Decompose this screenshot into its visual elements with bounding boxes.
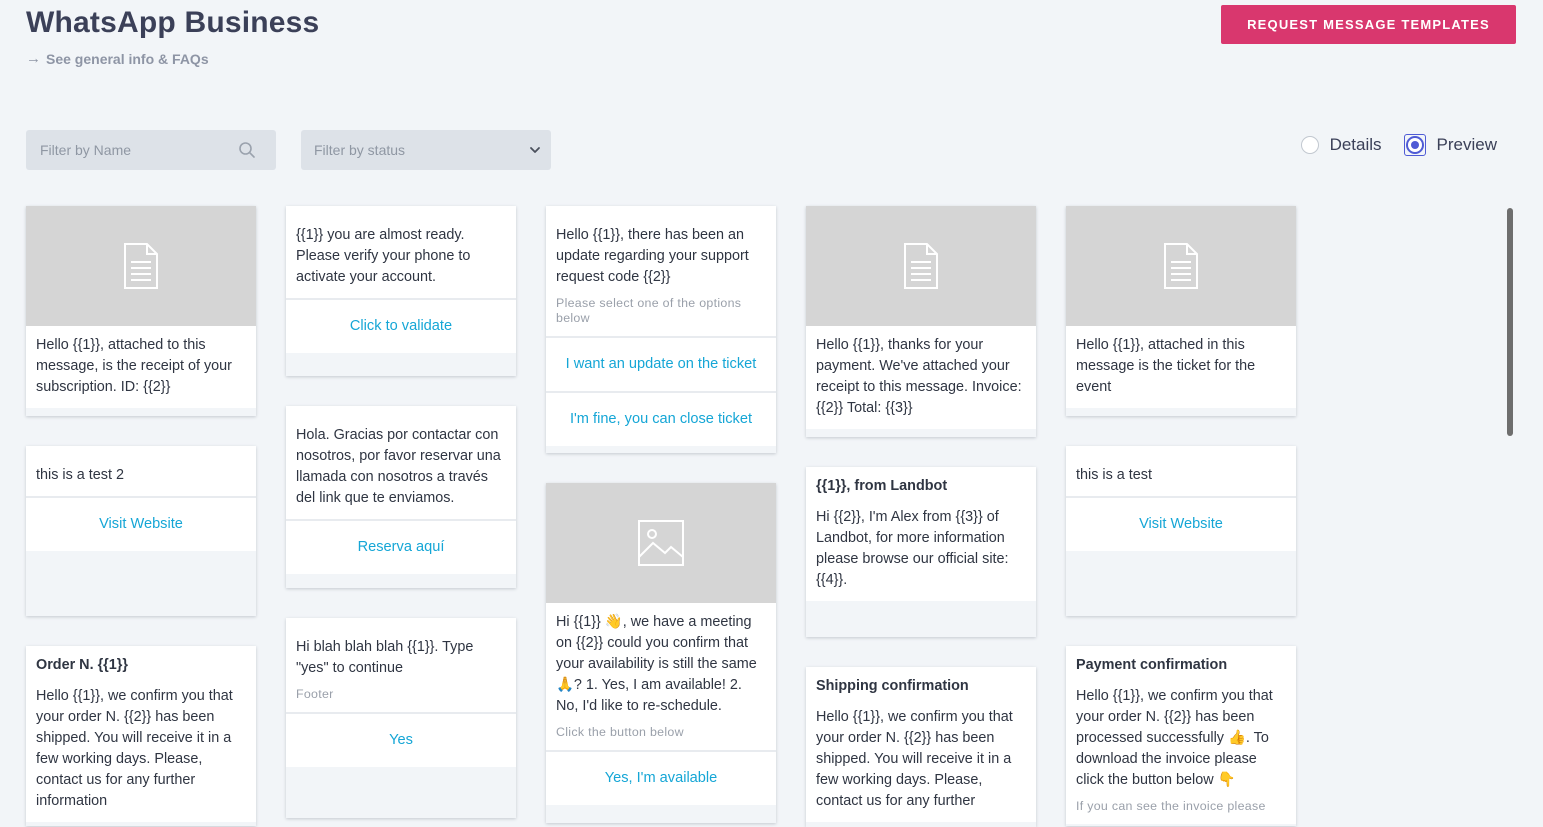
image-icon [638, 520, 684, 566]
search-icon[interactable] [238, 141, 256, 159]
card-content: Hi blah blah blah {{1}}. Type "yes" to c… [286, 618, 516, 712]
card-body: Hello {{1}}, we confirm you that your or… [1076, 688, 1273, 788]
document-icon [124, 243, 158, 289]
card-content: {{1}}, from Landbot Hi {{2}}, I'm Alex f… [806, 467, 1036, 601]
template-card-landbot[interactable]: {{1}}, from Landbot Hi {{2}}, I'm Alex f… [806, 467, 1036, 637]
faq-link[interactable]: → See general info & FAQs [26, 50, 209, 67]
card-button-update[interactable]: I want an update on the ticket [546, 336, 776, 391]
card-button[interactable]: Visit Website [1066, 496, 1296, 551]
template-card-test-2[interactable]: this is a test 2 Visit Website [26, 446, 256, 616]
card-body: Hola. Gracias por contactar con nosotros… [286, 406, 516, 519]
card-button[interactable]: Reserva aquí [286, 519, 516, 574]
card-footer: Footer [296, 687, 334, 701]
card-body: this is a test [1066, 446, 1296, 496]
filter-by-name [26, 130, 276, 170]
card-body: Hello {{1}}, we confirm you that your or… [816, 709, 1013, 809]
template-card-reserva[interactable]: Hola. Gracias por contactar con nosotros… [286, 406, 516, 588]
arrow-right-icon: → [26, 50, 41, 67]
document-icon [904, 243, 938, 289]
card-body: Hello {{1}}, there has been an update re… [556, 227, 749, 285]
chevron-down-icon [530, 147, 540, 153]
template-card-payment-receipt[interactable]: Hello {{1}}, thanks for your payment. We… [806, 206, 1036, 437]
request-templates-button[interactable]: REQUEST MESSAGE TEMPLATES [1221, 5, 1516, 44]
card-body: Hi {{2}}, I'm Alex from {{3}} of Landbot… [816, 509, 1009, 588]
filter-status-label: Filter by status [314, 142, 406, 158]
card-media-placeholder [26, 206, 256, 326]
preview-radio[interactable] [1405, 136, 1424, 154]
card-content: Hi {{1}} 👋, we have a meeting on {{2}} c… [546, 603, 776, 750]
card-body: Hello {{1}}, we confirm you that your or… [36, 688, 233, 809]
template-card-meeting[interactable]: Hi {{1}} 👋, we have a meeting on {{2}} c… [546, 483, 776, 823]
template-card-shipping-confirmation[interactable]: Shipping confirmation Hello {{1}}, we co… [806, 667, 1036, 827]
view-toggle: Details Preview [1279, 134, 1497, 156]
card-media-placeholder [1066, 206, 1296, 326]
card-body: Hello {{1}}, thanks for your payment. We… [806, 326, 1036, 429]
card-media-placeholder [546, 483, 776, 603]
card-button[interactable]: Yes [286, 712, 516, 767]
card-footer: Click the button below [556, 725, 684, 739]
template-card-test[interactable]: this is a test Visit Website [1066, 446, 1296, 616]
card-button-close-ticket[interactable]: I'm fine, you can close ticket [546, 391, 776, 446]
document-icon [1164, 243, 1198, 289]
preview-option[interactable]: Preview [1403, 134, 1497, 156]
filter-by-status-select[interactable]: Filter by status [301, 130, 551, 170]
card-button[interactable]: Yes, I'm available [546, 750, 776, 805]
card-header: Order N. {{1}} [36, 657, 128, 673]
card-button[interactable]: Visit Website [26, 496, 256, 551]
details-radio[interactable] [1300, 136, 1319, 154]
card-content: Hello {{1}}, there has been an update re… [546, 206, 776, 336]
card-content: Shipping confirmation Hello {{1}}, we co… [806, 667, 1036, 822]
page-title: WhatsApp Business [26, 6, 320, 39]
card-footer: Please select one of the options below [556, 296, 742, 325]
preview-radio-focus [1403, 134, 1426, 156]
card-body: Hi blah blah blah {{1}}. Type "yes" to c… [296, 639, 474, 676]
template-card-order-shipped[interactable]: Order N. {{1}} Hello {{1}}, we confirm y… [26, 646, 256, 826]
card-body: Hello {{1}}, attached in this message is… [1066, 326, 1296, 408]
card-header: Payment confirmation [1076, 657, 1228, 673]
details-option[interactable]: Details [1300, 135, 1382, 155]
faq-link-label: See general info & FAQs [46, 50, 209, 67]
card-body: Hi {{1}} 👋, we have a meeting on {{2}} c… [556, 614, 757, 714]
scrollbar-thumb[interactable] [1507, 208, 1513, 436]
preview-label: Preview [1436, 135, 1497, 154]
template-card-payment-confirmation[interactable]: Payment confirmation Hello {{1}}, we con… [1066, 646, 1296, 826]
card-body: {{1}} you are almost ready. Please verif… [286, 206, 516, 298]
card-button[interactable]: Click to validate [286, 298, 516, 353]
card-header: {{1}}, from Landbot [816, 478, 948, 494]
card-content: Order N. {{1}} Hello {{1}}, we confirm y… [26, 646, 256, 822]
template-card-event-ticket[interactable]: Hello {{1}}, attached in this message is… [1066, 206, 1296, 416]
card-body: Hello {{1}}, attached to this message, i… [26, 326, 256, 408]
template-card-receipt-subscription[interactable]: Hello {{1}}, attached to this message, i… [26, 206, 256, 416]
filter-name-input[interactable] [26, 130, 240, 170]
template-card-type-yes[interactable]: Hi blah blah blah {{1}}. Type "yes" to c… [286, 618, 516, 818]
card-header: Shipping confirmation [816, 678, 969, 694]
card-media-placeholder [806, 206, 1036, 326]
card-content: Payment confirmation Hello {{1}}, we con… [1066, 646, 1296, 824]
template-card-support-update[interactable]: Hello {{1}}, there has been an update re… [546, 206, 776, 453]
card-body: this is a test 2 [26, 446, 256, 496]
template-card-verify-phone[interactable]: {{1}} you are almost ready. Please verif… [286, 206, 516, 376]
details-label: Details [1329, 135, 1382, 154]
